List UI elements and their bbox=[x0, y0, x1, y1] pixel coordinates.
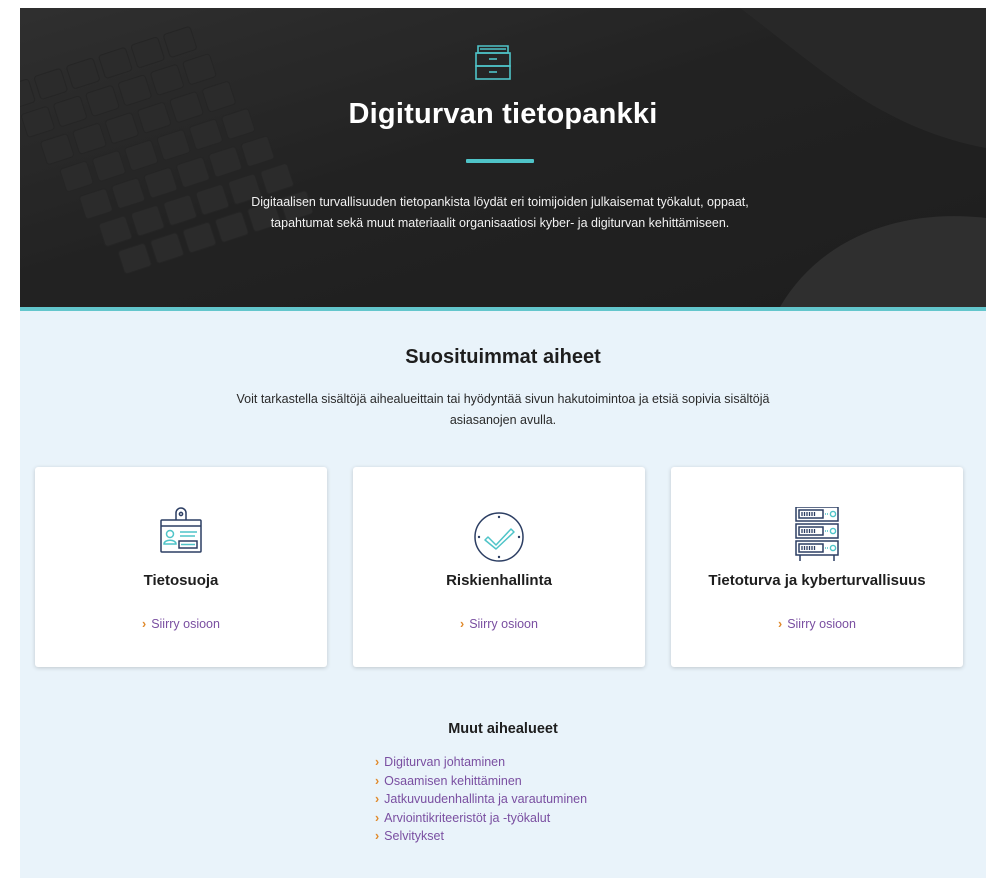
hero-banner: Digiturvan tietopankki Digitaalisen turv… bbox=[20, 8, 986, 307]
topic-card-tietosuoja[interactable]: Tietosuoja › Siirry osioon bbox=[35, 467, 327, 667]
title-underline bbox=[466, 159, 534, 163]
chevron-right-icon: › bbox=[375, 773, 380, 788]
server-rack-icon bbox=[795, 507, 839, 561]
chevron-right-icon: › bbox=[375, 810, 380, 825]
id-badge-icon bbox=[160, 507, 202, 553]
other-topics-title: Muut aihealueet bbox=[448, 721, 558, 737]
card-link-siirry-osioon[interactable]: › Siirry osioon bbox=[671, 617, 963, 631]
hero-description: Digitaalisen turvallisuuden tietopankist… bbox=[251, 195, 749, 230]
card-link-label: Siirry osioon bbox=[787, 617, 856, 631]
chevron-right-icon: › bbox=[375, 755, 380, 769]
topic-card-riskienhallinta[interactable]: Riskienhallinta › Siirry osioon bbox=[353, 467, 645, 667]
other-topic-link[interactable]: › Selvitykset bbox=[375, 827, 587, 846]
check-circle-icon bbox=[474, 512, 524, 562]
chevron-right-icon: › bbox=[375, 792, 380, 807]
card-link-siirry-osioon[interactable]: › Siirry osioon bbox=[35, 617, 327, 631]
card-link-label: Siirry osioon bbox=[151, 617, 220, 631]
chevron-right-icon: › bbox=[375, 829, 380, 844]
card-title: Tietoturva ja kyberturvallisuus bbox=[708, 572, 926, 589]
card-title: Tietosuoja bbox=[143, 572, 219, 589]
other-topics-list: › Digiturvan johtaminen › Osaamisen kehitt… bbox=[375, 753, 587, 846]
chevron-right-icon: › bbox=[142, 617, 147, 631]
other-topic-link[interactable]: › Jatkuvuudenhallinta ja varautuminen bbox=[375, 790, 587, 809]
popular-topics-description: Voit tarkastella sisältöjä aihealueittai… bbox=[236, 392, 770, 427]
page: Digiturvan tietopankki Digitaalisen turv… bbox=[0, 0, 986, 878]
other-topic-link[interactable]: › Arviointikriteeristöt ja -työkalut bbox=[375, 809, 587, 828]
archive-drawers-icon bbox=[475, 45, 511, 80]
other-topic-link[interactable]: › Digiturvan johtaminen bbox=[375, 753, 587, 772]
chevron-right-icon: › bbox=[460, 617, 465, 631]
other-topic-link[interactable]: › Osaamisen kehittäminen bbox=[375, 772, 587, 791]
card-link-siirry-osioon[interactable]: › Siirry osioon bbox=[353, 617, 645, 631]
content-section: Suosituimmat aiheet Voit tarkastella sis… bbox=[20, 311, 986, 878]
popular-topics-title: Suosituimmat aiheet bbox=[405, 346, 601, 368]
card-title: Riskienhallinta bbox=[446, 572, 552, 589]
chevron-right-icon: › bbox=[778, 617, 783, 631]
page-title: Digiturvan tietopankki bbox=[348, 98, 658, 130]
topic-card-tietoturva[interactable]: Tietoturva ja kyberturvallisuus › Siirry … bbox=[671, 467, 963, 667]
card-link-label: Siirry osioon bbox=[469, 617, 538, 631]
